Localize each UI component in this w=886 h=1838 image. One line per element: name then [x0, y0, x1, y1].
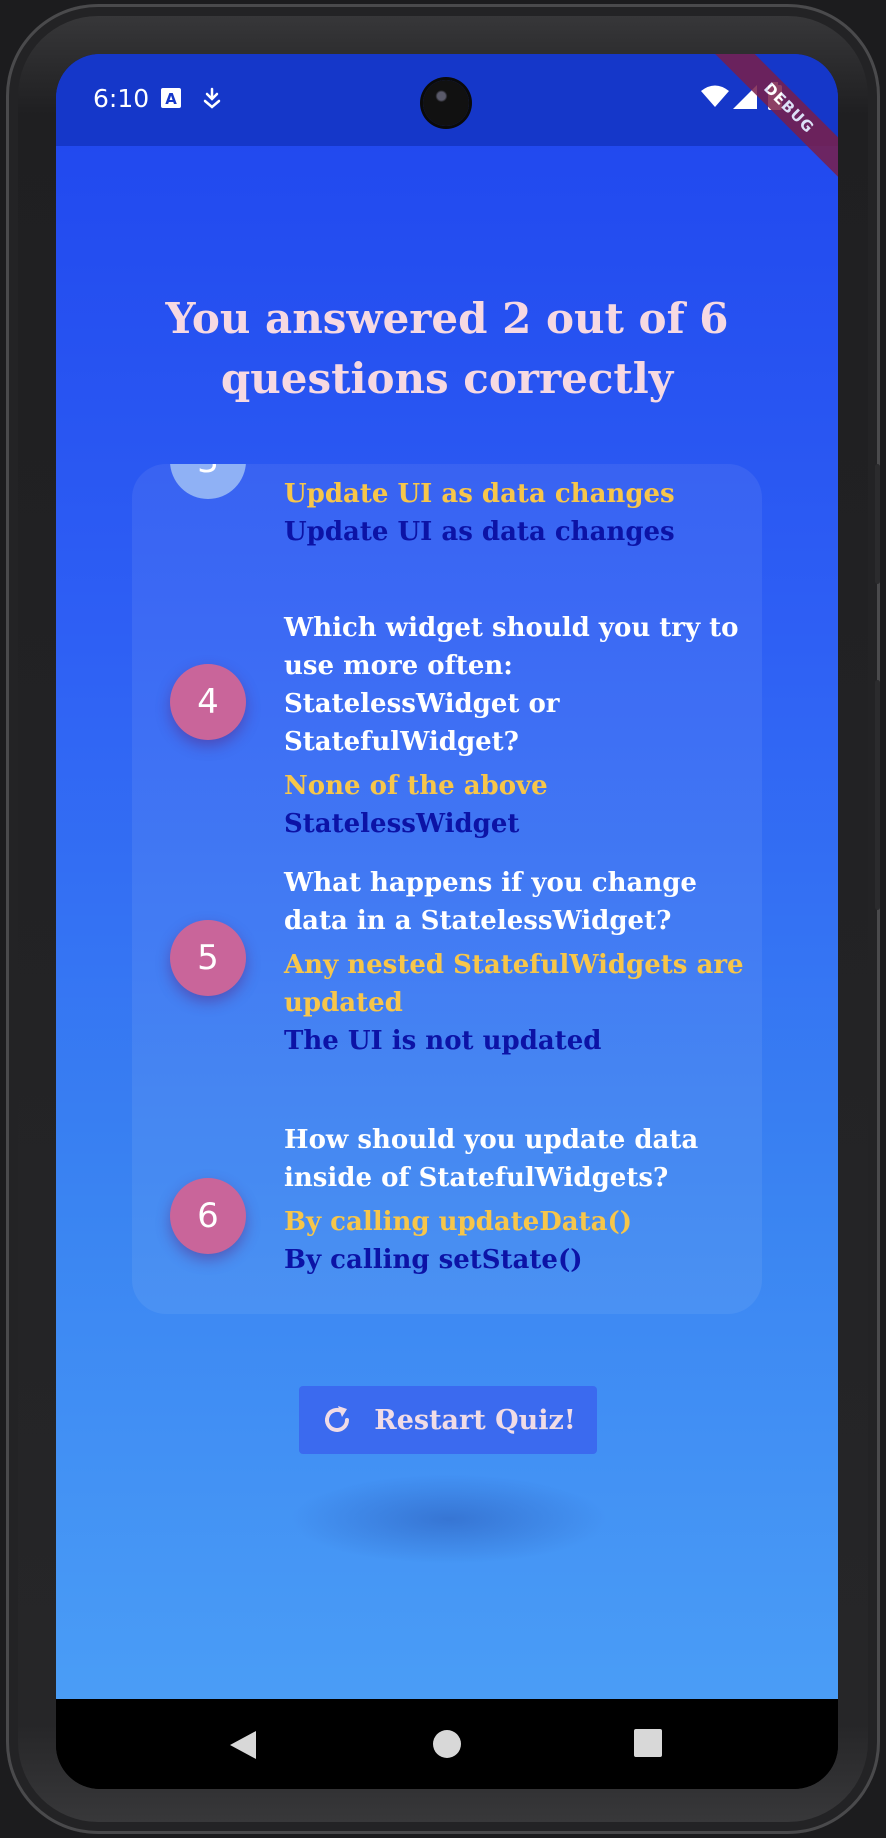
- clock: 6:10: [93, 84, 150, 113]
- status-bar: 6:10 A DEBUG: [56, 54, 838, 186]
- question-text: How should you update data inside of Sta…: [284, 1125, 699, 1193]
- correct-answer: StatelessWidget: [284, 809, 520, 839]
- phone-frame: 6:10 A DEBUG You answered 2 out of 6 que…: [6, 4, 880, 1834]
- button-shadow: [289, 1474, 609, 1564]
- restart-quiz-label: Restart Quiz!: [374, 1404, 576, 1436]
- home-icon[interactable]: [432, 1729, 462, 1759]
- navigation-bar: [56, 1699, 838, 1789]
- front-camera: [423, 80, 469, 126]
- answers-summary-list[interactable]: 3 Update UI as data changes Update UI as…: [132, 464, 762, 1314]
- summary-item-text: How should you update data inside of Sta…: [284, 1121, 754, 1279]
- user-answer: Any nested StatefulWidgets are updated: [284, 950, 744, 1018]
- summary-item-text: What happens if you change data in a Sta…: [284, 864, 754, 1060]
- restart-quiz-button[interactable]: Restart Quiz!: [299, 1386, 597, 1454]
- correct-answer: The UI is not updated: [284, 1026, 602, 1056]
- question-text: Which widget should you try to use more …: [284, 613, 739, 757]
- debug-banner: DEBUG: [711, 54, 838, 186]
- correct-answer: By calling setState(): [284, 1245, 583, 1275]
- question-text: What happens if you change data in a Sta…: [284, 868, 697, 936]
- summary-item-text: Which widget should you try to use more …: [284, 609, 754, 843]
- question-number-badge: 4: [170, 664, 246, 740]
- user-answer: Update UI as data changes: [284, 479, 675, 509]
- question-number-badge: 5: [170, 920, 246, 996]
- correct-answer: Update UI as data changes: [284, 517, 675, 547]
- download-notification-icon: [203, 87, 221, 109]
- screen: 6:10 A DEBUG You answered 2 out of 6 que…: [56, 54, 838, 1789]
- wifi-icon: [701, 85, 729, 107]
- font-notification-icon: A: [161, 88, 181, 108]
- recents-icon[interactable]: [634, 1729, 662, 1757]
- svg-text:A: A: [165, 90, 177, 108]
- power-button: [875, 680, 880, 910]
- user-answer: None of the above: [284, 771, 548, 801]
- refresh-icon: [325, 1406, 350, 1432]
- quiz-results-screen: 6:10 A DEBUG You answered 2 out of 6 que…: [56, 54, 838, 1699]
- summary-item-text: Update UI as data changes Update UI as d…: [284, 475, 754, 551]
- question-number-badge: 6: [170, 1178, 246, 1254]
- user-answer: By calling updateData(): [284, 1207, 633, 1237]
- question-number-badge: 3: [170, 464, 246, 499]
- back-icon[interactable]: [228, 1729, 258, 1761]
- result-title: You answered 2 out of 6 questions correc…: [165, 294, 729, 403]
- volume-button: [875, 464, 880, 584]
